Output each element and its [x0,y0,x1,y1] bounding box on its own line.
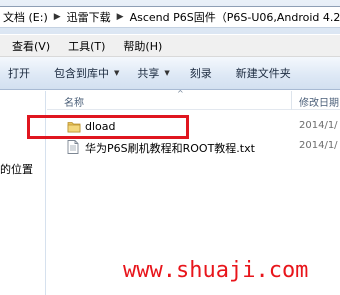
annotation-highlight-box [27,115,189,139]
breadcrumb-drive[interactable]: 文档 (E:) [0,9,51,25]
text-file-icon [67,140,79,157]
share-button[interactable]: 共享 ▼ [129,65,177,81]
open-label: 打开 [8,67,30,80]
include-in-library-button[interactable]: 包含到库中 ▼ [46,65,127,81]
menu-tools[interactable]: 工具(T) [56,38,111,54]
column-header: 名称 ^ 修改日期 [47,89,340,110]
column-divider[interactable] [291,91,292,110]
include-in-library-label: 包含到库中 [54,67,109,80]
menu-help[interactable]: 帮助(H) [111,38,168,54]
column-modified-header[interactable]: 修改日期 [299,94,339,109]
nav-item-locations[interactable]: 的位置 [0,161,33,177]
file-name: 华为P6S刷机教程和ROOT教程.txt [85,142,255,155]
sort-ascending-icon: ^ [177,89,184,98]
burn-label: 刻录 [189,67,212,80]
command-toolbar: 打开 包含到库中 ▼ 共享 ▼ 刻录 新建文件夹 [0,57,340,90]
breadcrumb-separator-icon[interactable]: ▶ [114,12,127,22]
breadcrumb-firmware-folder[interactable]: Ascend P6S固件（P6S-U06,Android 4.2 [127,9,340,25]
new-folder-button[interactable]: 新建文件夹 [228,65,299,81]
file-modified-date: 2014/1/ [299,140,338,151]
share-label: 共享 [137,67,160,80]
open-button[interactable]: 打开 [0,65,38,81]
site-watermark: www.shuaji.com [123,258,309,283]
file-modified-date: 2014/1/ [299,120,338,131]
menu-view[interactable]: 查看(V) [0,38,56,54]
chevron-down-icon: ▼ [164,69,170,77]
column-name-header[interactable]: 名称 [64,94,84,109]
breadcrumb-downloads[interactable]: 迅雷下载 [64,9,114,25]
chevron-down-icon: ▼ [114,69,120,77]
new-folder-label: 新建文件夹 [235,67,291,80]
address-bar-area: 文档 (E:) ▶ 迅雷下载 ▶ Ascend P6S固件（P6S-U06,An… [0,0,340,34]
menu-bar: 查看(V) 工具(T) 帮助(H) [0,35,340,57]
breadcrumb-separator-icon[interactable]: ▶ [51,12,64,22]
address-bar[interactable]: 文档 (E:) ▶ 迅雷下载 ▶ Ascend P6S固件（P6S-U06,An… [0,6,340,28]
burn-button[interactable]: 刻录 [182,65,220,81]
file-row-txt[interactable]: 华为P6S刷机教程和ROOT教程.txt 2014/1/ [47,137,340,157]
